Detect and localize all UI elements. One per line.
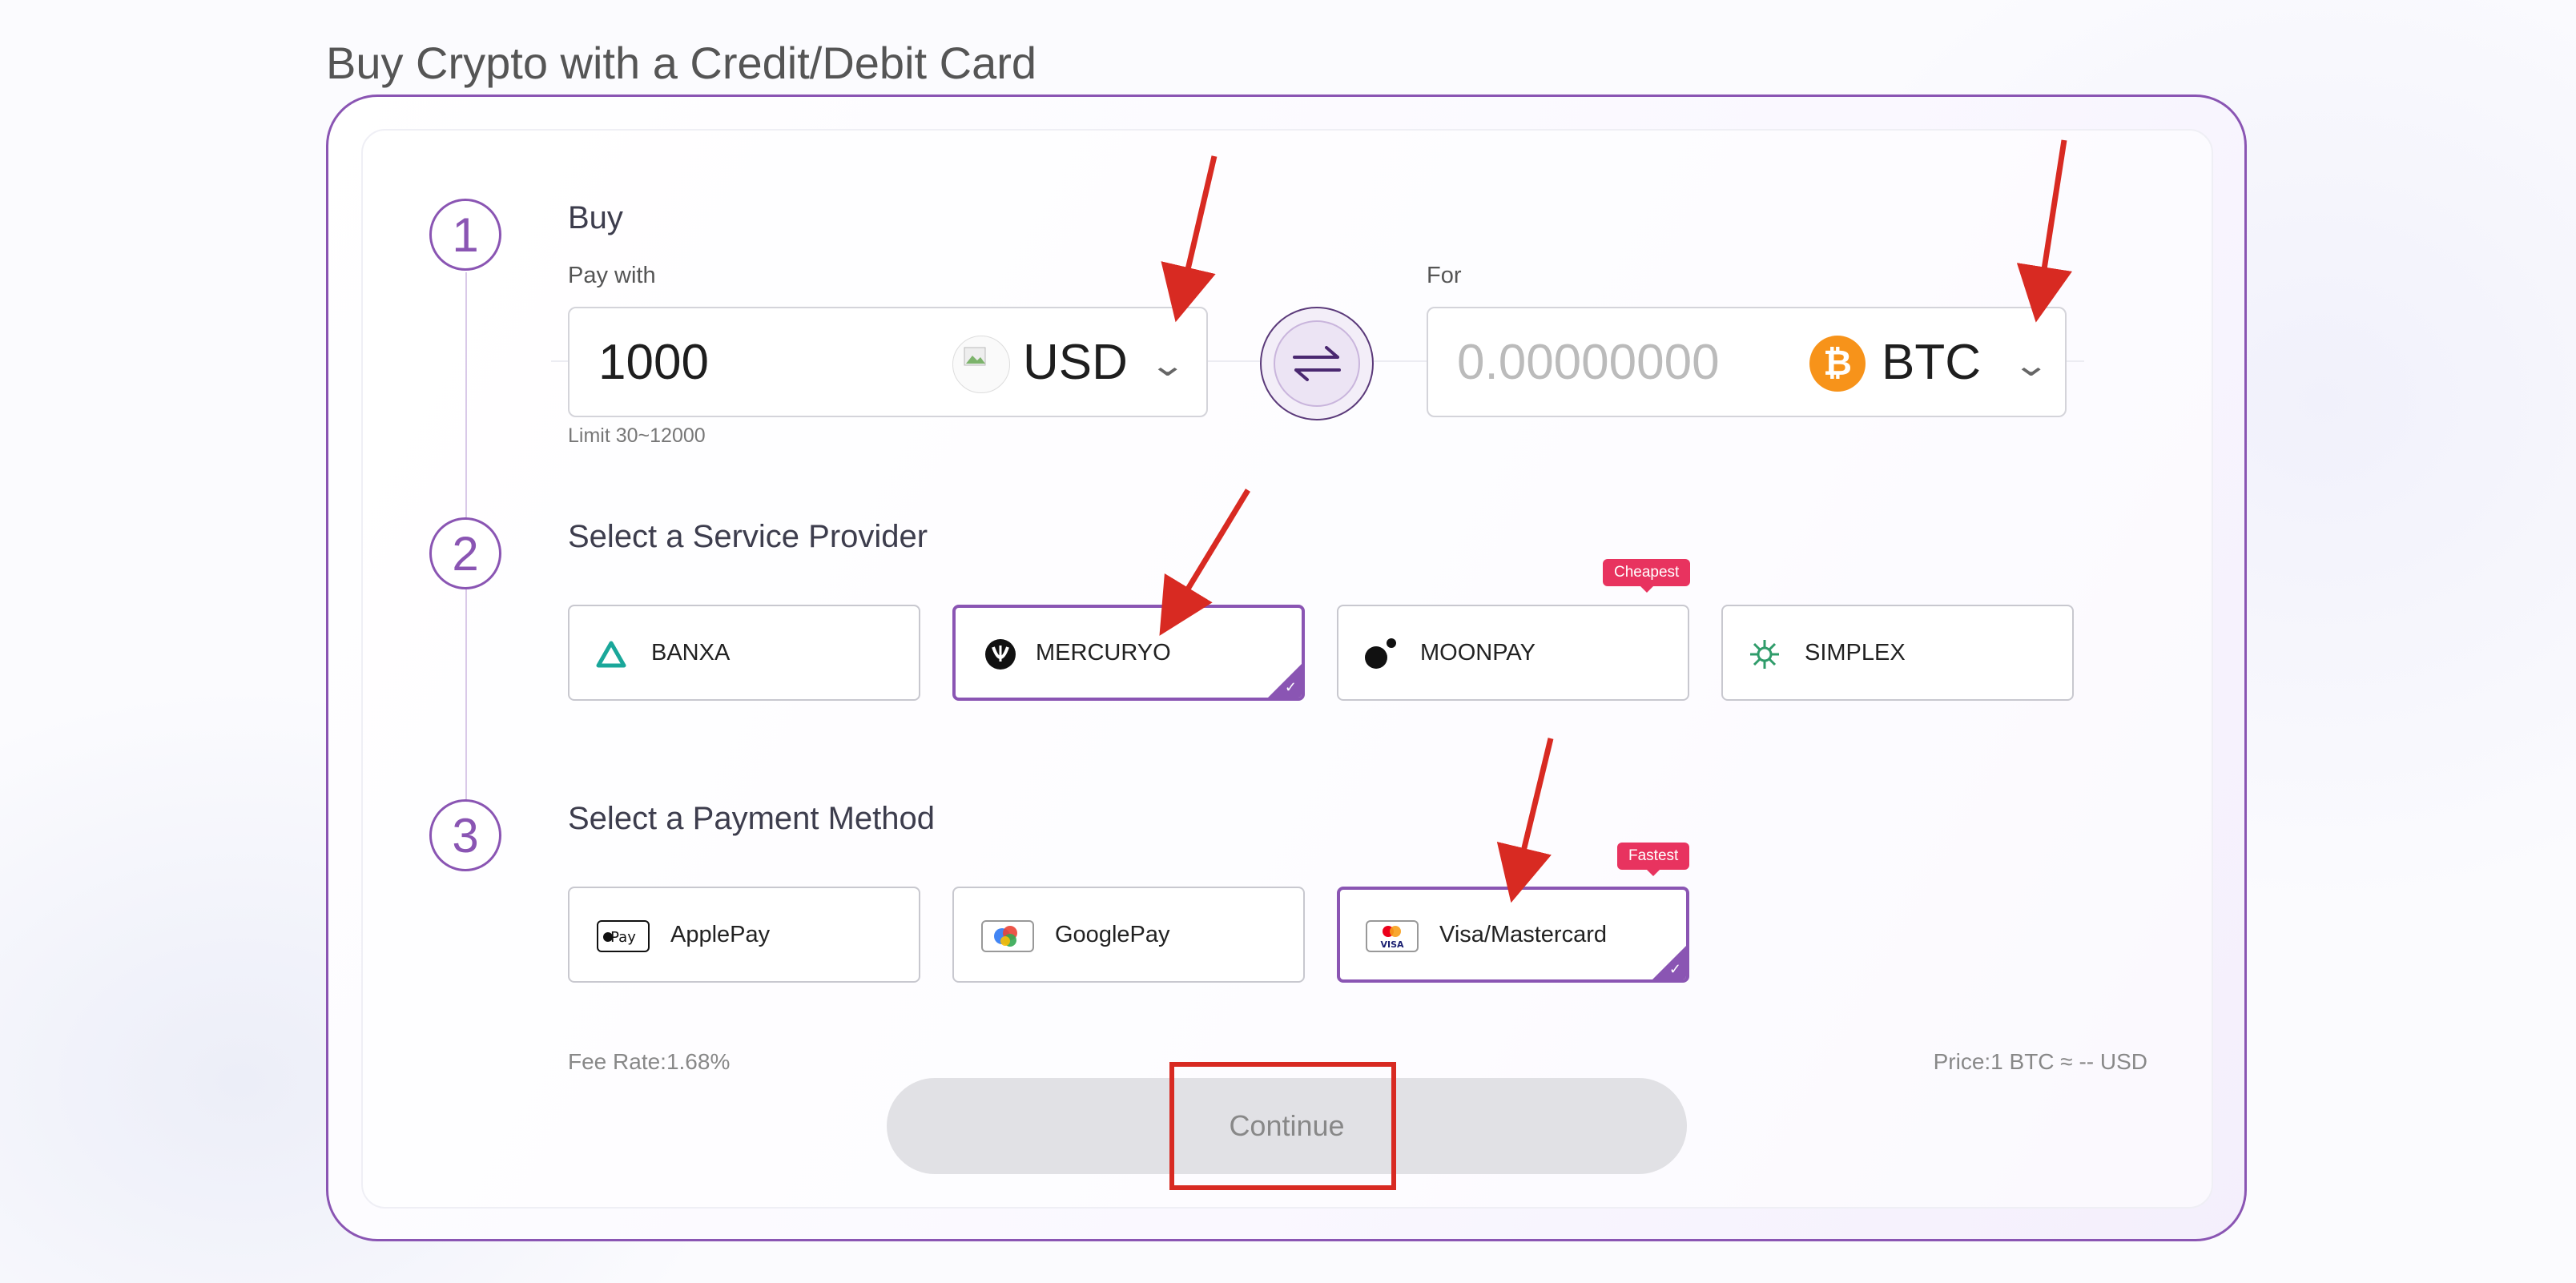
continue-highlight-annotation: [1169, 1062, 1396, 1190]
provider-label: BANXA: [651, 640, 731, 666]
payment-label: ApplePay: [670, 922, 771, 947]
receive-currency-chevron-down-icon[interactable]: ⌄: [2012, 347, 2050, 384]
cheapest-badge: Cheapest: [1603, 559, 1691, 593]
mercuryo-logo-icon: [983, 637, 1018, 672]
receive-currency-code: BTC: [1882, 335, 1981, 390]
simplex-logo-icon: [1747, 637, 1782, 672]
payment-label: Visa/Mastercard: [1439, 922, 1607, 947]
payment-option-visa-mastercard[interactable]: VISA Visa/Mastercard ✓: [1337, 887, 1689, 983]
applepay-icon: Pay: [597, 920, 650, 952]
pay-limit-text: Limit 30~12000: [568, 424, 706, 447]
pay-amount-value[interactable]: 1000: [598, 334, 709, 391]
fastest-badge: Fastest: [1617, 843, 1690, 876]
banxa-logo-icon: [594, 637, 629, 672]
step-3-indicator: 3: [429, 799, 501, 871]
provider-label: MOONPAY: [1420, 640, 1536, 666]
provider-option-simplex[interactable]: SIMPLEX: [1721, 605, 2074, 701]
checkmark-icon: ✓: [1284, 679, 1297, 695]
buy-section-title: Buy: [568, 200, 623, 235]
pay-currency-code: USD: [1023, 335, 1128, 390]
page-title: Buy Crypto with a Credit/Debit Card: [326, 37, 1037, 88]
provider-section-title: Select a Service Provider: [568, 519, 928, 554]
divider-line: [1208, 360, 1260, 362]
bitcoin-icon: ₿: [1809, 336, 1866, 392]
provider-label: MERCURYO: [1036, 640, 1171, 666]
payment-label: GooglePay: [1055, 922, 1170, 947]
receive-amount-placeholder[interactable]: 0.00000000: [1457, 334, 1720, 391]
provider-option-moonpay[interactable]: MOONPAY: [1337, 605, 1689, 701]
payment-option-googlepay[interactable]: GooglePay: [952, 887, 1305, 983]
moonpay-logo-icon: [1362, 637, 1398, 672]
provider-label: SIMPLEX: [1805, 640, 1906, 666]
checkmark-icon: ✓: [1668, 961, 1681, 977]
divider-line: [1374, 360, 1427, 362]
pay-currency-chevron-down-icon[interactable]: ⌄: [1149, 347, 1186, 384]
payment-option-applepay[interactable]: Pay ApplePay: [568, 887, 920, 983]
fee-rate-text: Fee Rate:1.68%: [568, 1049, 731, 1074]
googlepay-icon: [981, 920, 1034, 952]
step-1-indicator: 1: [429, 199, 501, 271]
pay-amount-field[interactable]: 1000 USD ⌄: [568, 307, 1208, 417]
swap-arrows-icon: [1274, 320, 1360, 407]
receive-amount-field[interactable]: 0.00000000 ₿ BTC ⌄: [1427, 307, 2067, 417]
visa-mastercard-icon: VISA: [1366, 920, 1419, 952]
provider-option-banxa[interactable]: BANXA: [568, 605, 920, 701]
for-label: For: [1427, 263, 1462, 288]
pay-with-label: Pay with: [568, 263, 656, 288]
svg-text:Pay: Pay: [610, 929, 636, 946]
divider-line: [551, 360, 569, 362]
provider-option-mercuryo[interactable]: MERCURYO ✓: [952, 605, 1305, 701]
step-2-indicator: 2: [429, 517, 501, 589]
payment-section-title: Select a Payment Method: [568, 801, 936, 836]
price-text: Price:1 BTC ≈ -- USD: [1933, 1049, 2147, 1074]
swap-currencies-button[interactable]: [1260, 307, 1374, 420]
svg-text:VISA: VISA: [1380, 939, 1404, 950]
divider-line: [2067, 360, 2084, 362]
usd-flag-icon: [952, 336, 1010, 393]
